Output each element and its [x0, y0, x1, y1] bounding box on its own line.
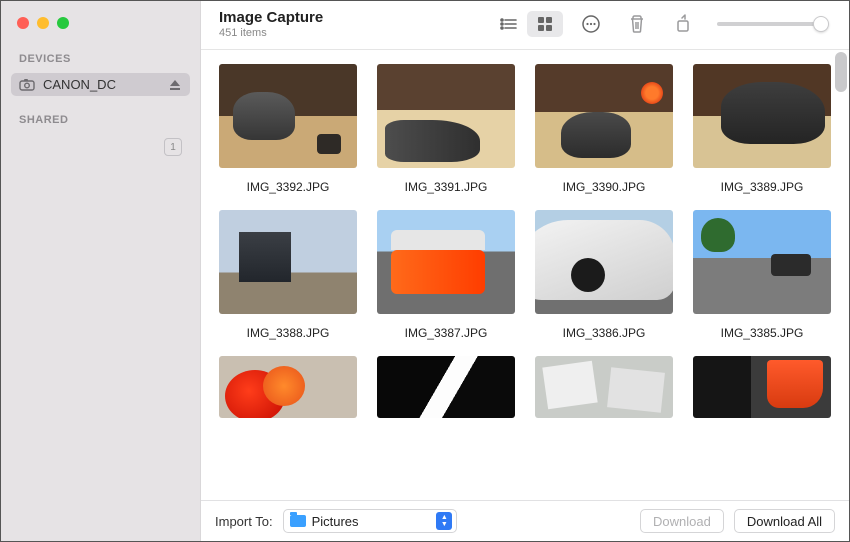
rotate-icon: [673, 14, 693, 34]
thumbnail-item[interactable]: IMG_3391.JPG: [377, 64, 515, 194]
trash-icon: [628, 14, 646, 34]
view-mode-segment: [491, 11, 563, 37]
rotate-button[interactable]: [665, 11, 701, 37]
sidebar-item-device[interactable]: CANON_DC: [11, 73, 190, 96]
thumbnail-grid-container[interactable]: IMG_3392.JPG IMG_3391.JPG IMG_3390.JPG I…: [201, 50, 849, 500]
select-arrows-icon: ▲▼: [436, 512, 452, 530]
import-destination-select[interactable]: Pictures ▲▼: [283, 509, 458, 533]
thumbnail-image: [219, 64, 357, 168]
thumbnail-caption: IMG_3388.JPG: [247, 326, 330, 340]
shared-count-badge: 1: [164, 138, 182, 156]
thumbnail-item[interactable]: [535, 356, 673, 418]
thumbnail-size-slider[interactable]: [717, 22, 827, 26]
folder-icon: [290, 515, 306, 527]
thumbnail-caption: IMG_3385.JPG: [721, 326, 804, 340]
thumbnail-caption: IMG_3387.JPG: [405, 326, 488, 340]
thumbnail-image: [219, 356, 357, 418]
sidebar-section-devices: DEVICES: [1, 47, 200, 71]
list-icon: [500, 17, 518, 31]
thumbnail-item[interactable]: IMG_3385.JPG: [693, 210, 831, 340]
scrollbar[interactable]: [835, 52, 847, 92]
thumbnail-image: [535, 356, 673, 418]
delete-button[interactable]: [619, 11, 655, 37]
app-title: Image Capture: [219, 9, 323, 26]
thumbnail-item[interactable]: IMG_3390.JPG: [535, 64, 673, 194]
thumbnail-item[interactable]: [377, 356, 515, 418]
title-block: Image Capture 451 items: [219, 9, 323, 39]
sidebar-shared-row: 1: [11, 134, 190, 160]
download-button[interactable]: Download: [640, 509, 724, 533]
bottom-bar: Import To: Pictures ▲▼ Download Download…: [201, 500, 849, 541]
thumbnail-image: [219, 210, 357, 314]
app-window: DEVICES CANON_DC SHARED 1 Image Capture …: [1, 1, 849, 541]
eject-icon[interactable]: [168, 78, 182, 92]
camera-icon: [19, 78, 35, 92]
download-all-button[interactable]: Download All: [734, 509, 835, 533]
thumbnail-item[interactable]: IMG_3392.JPG: [219, 64, 357, 194]
thumbnail-caption: IMG_3392.JPG: [247, 180, 330, 194]
slider-knob[interactable]: [813, 16, 829, 32]
thumbnail-item[interactable]: [219, 356, 357, 418]
close-button[interactable]: [17, 17, 29, 29]
import-to-label: Import To:: [215, 514, 273, 529]
grid-icon: [537, 16, 553, 32]
thumbnail-item[interactable]: IMG_3387.JPG: [377, 210, 515, 340]
toolbar: Image Capture 451 items: [201, 1, 849, 50]
minimize-button[interactable]: [37, 17, 49, 29]
main-pane: Image Capture 451 items: [201, 1, 849, 541]
thumbnail-image: [693, 210, 831, 314]
thumbnail-caption: IMG_3390.JPG: [563, 180, 646, 194]
item-count: 451 items: [219, 27, 323, 39]
thumbnail-caption: IMG_3386.JPG: [563, 326, 646, 340]
thumbnail-item[interactable]: IMG_3389.JPG: [693, 64, 831, 194]
thumbnail-image: [693, 356, 831, 418]
device-label: CANON_DC: [43, 77, 116, 92]
ellipsis-circle-icon: [581, 14, 601, 34]
sidebar: DEVICES CANON_DC SHARED 1: [1, 1, 201, 541]
thumbnail-image: [377, 210, 515, 314]
thumbnail-image: [535, 210, 673, 314]
thumbnail-image: [377, 64, 515, 168]
thumbnail-item[interactable]: IMG_3386.JPG: [535, 210, 673, 340]
thumbnail-item[interactable]: IMG_3388.JPG: [219, 210, 357, 340]
thumbnail-image: [377, 356, 515, 418]
grid-view-button[interactable]: [527, 11, 563, 37]
thumbnail-caption: IMG_3389.JPG: [721, 180, 804, 194]
thumbnail-item[interactable]: [693, 356, 831, 418]
thumbnail-grid: IMG_3392.JPG IMG_3391.JPG IMG_3390.JPG I…: [219, 64, 831, 418]
thumbnail-image: [693, 64, 831, 168]
destination-label: Pictures: [312, 514, 359, 529]
list-view-button[interactable]: [491, 11, 527, 37]
sidebar-section-shared: SHARED: [1, 108, 200, 132]
thumbnail-caption: IMG_3391.JPG: [405, 180, 488, 194]
window-controls: [1, 13, 200, 47]
more-options-button[interactable]: [573, 11, 609, 37]
zoom-button[interactable]: [57, 17, 69, 29]
thumbnail-image: [535, 64, 673, 168]
